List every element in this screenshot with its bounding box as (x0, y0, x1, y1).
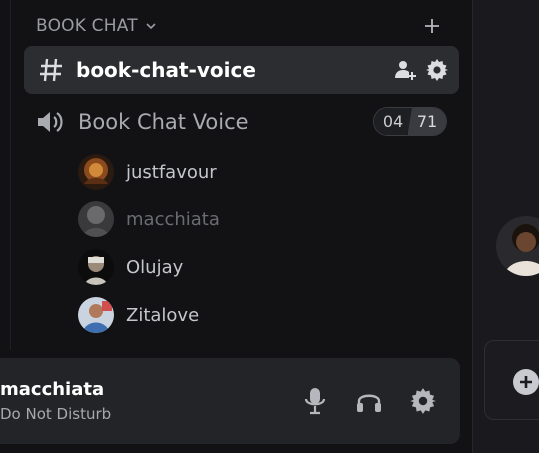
voice-user-name: Olujay (126, 256, 184, 278)
voice-user[interactable]: Olujay (78, 247, 378, 287)
category-header[interactable]: BOOK CHAT (36, 14, 456, 38)
gear-icon[interactable] (425, 58, 449, 82)
voice-channel-book-chat-voice[interactable]: Book Chat Voice 04 71 (24, 100, 459, 144)
voice-user[interactable]: justfavour (78, 152, 378, 192)
plus-icon[interactable] (420, 14, 444, 38)
speaker-icon (36, 107, 68, 137)
avatar (78, 201, 114, 237)
hash-icon (36, 55, 66, 85)
panel-status: Do Not Disturb (0, 405, 112, 423)
add-server-card[interactable] (484, 340, 539, 420)
user-count: 04 (374, 108, 412, 135)
gear-icon[interactable] (406, 384, 440, 418)
plus-circle-icon (513, 369, 539, 395)
category-label: BOOK CHAT (36, 16, 138, 36)
voice-user-name: macchiata (126, 208, 220, 230)
microphone-icon[interactable] (298, 384, 332, 418)
voice-user-name: justfavour (126, 161, 217, 183)
voice-channel-name: Book Chat Voice (78, 110, 249, 134)
user-limit: 71 (408, 108, 446, 135)
voice-user-name: Zitalove (126, 304, 200, 326)
text-channel-book-chat-voice[interactable]: book-chat-voice (24, 46, 459, 94)
channel-sidebar: BOOK CHAT book-chat-voice Book Chat Voic… (0, 0, 472, 453)
chevron-down-icon (145, 20, 157, 32)
channel-name: book-chat-voice (76, 58, 256, 82)
avatar (78, 297, 114, 333)
voice-user[interactable]: Zitalove (78, 295, 378, 335)
panel-username[interactable]: macchiata (0, 379, 104, 400)
avatar (78, 249, 114, 285)
headphones-icon[interactable] (352, 384, 386, 418)
avatar (78, 154, 114, 190)
user-panel: macchiata Do Not Disturb (0, 358, 460, 444)
voice-user[interactable]: macchiata (78, 199, 378, 239)
sidebar-divider (10, 0, 11, 350)
user-limit-badge: 04 71 (373, 107, 447, 136)
add-member-icon[interactable] (393, 58, 417, 82)
